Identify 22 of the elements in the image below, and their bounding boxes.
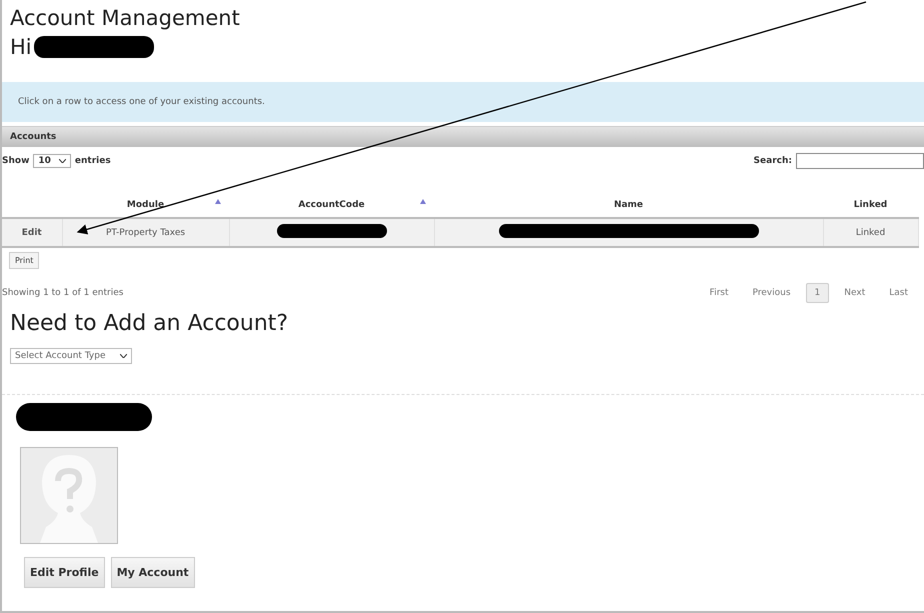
table-cell: PT-Property Taxes [62,218,229,247]
table-cell: Linked [823,218,918,247]
edit-link[interactable]: Edit [2,218,62,247]
panel-title: Accounts [10,132,56,142]
entries-info: Showing 1 to 1 of 1 entries [2,288,124,298]
page-title: Account Management [10,5,241,32]
pagination-link[interactable]: Previous [744,283,800,303]
entries-label: entries [74,156,111,166]
profile-button[interactable]: My Account [110,557,195,588]
print-button[interactable]: Print [9,252,40,269]
entries-select[interactable]: 10 [33,154,71,168]
info-text: Click on a row to access one of your existing accounts. [18,97,265,107]
greeting: Hi [10,35,32,59]
pagination-link[interactable]: Last [880,283,917,303]
account-type-select[interactable]: Select Account Type [10,348,132,364]
show-label: Show [2,156,30,166]
profile-button[interactable]: Edit Profile [24,557,105,588]
pagination-link[interactable]: 1 [806,283,830,303]
section-heading: Need to Add an Account? [10,311,290,336]
pagination-link[interactable]: Next [835,283,874,303]
search-label: Search: [754,156,792,166]
pagination-link[interactable]: First [700,283,738,303]
